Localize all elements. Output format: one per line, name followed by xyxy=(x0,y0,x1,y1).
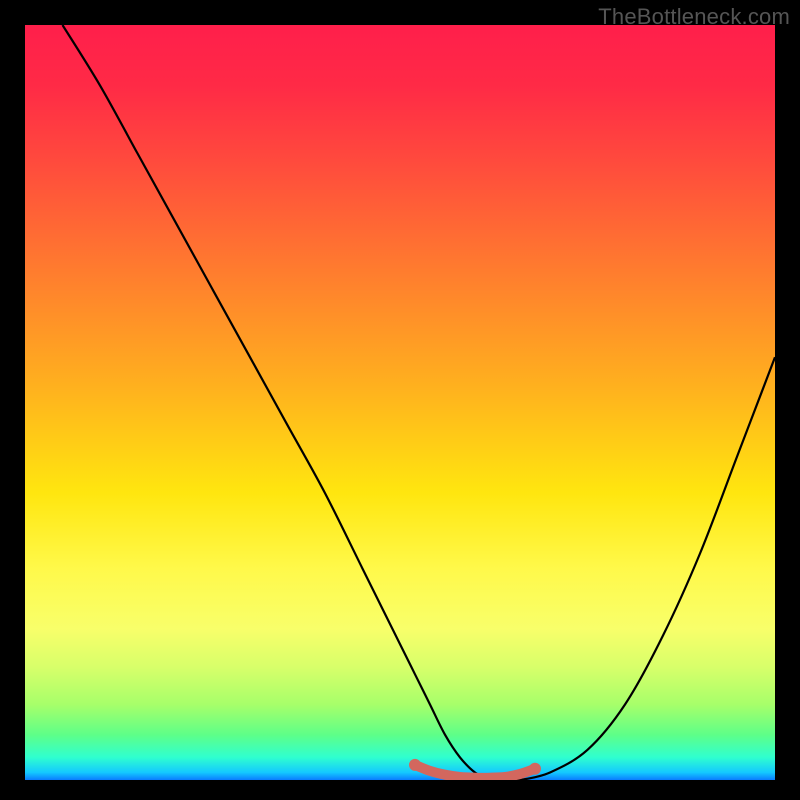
chart-frame: TheBottleneck.com xyxy=(0,0,800,800)
gradient-background xyxy=(25,25,775,780)
plot-area xyxy=(25,25,775,780)
watermark-text: TheBottleneck.com xyxy=(598,4,790,30)
